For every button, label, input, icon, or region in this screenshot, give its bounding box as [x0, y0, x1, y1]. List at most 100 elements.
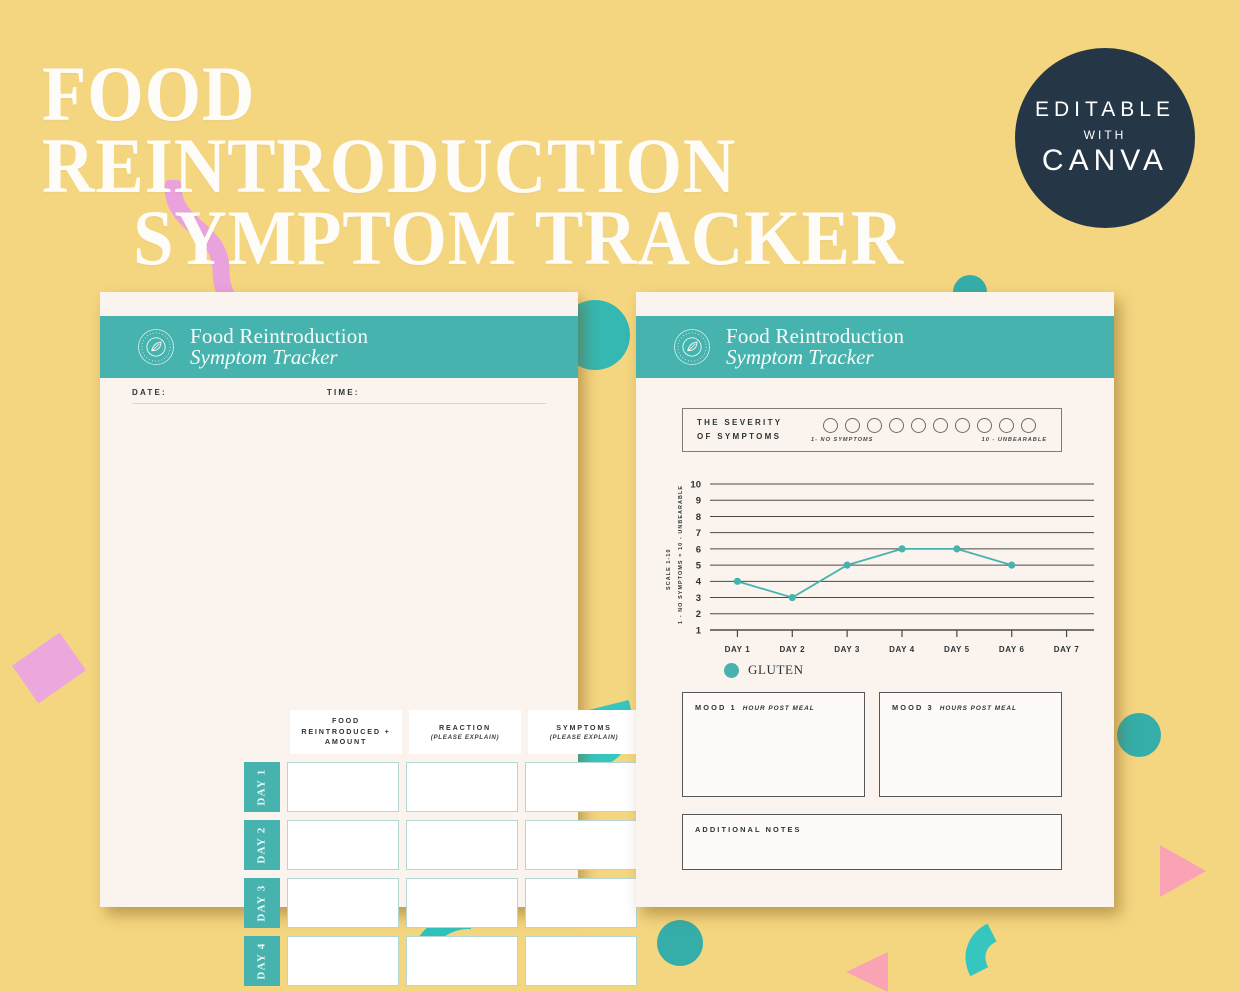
- tracker-page-right: Food Reintroduction Symptom Tracker THE …: [636, 292, 1114, 907]
- symptom-line-chart: SCALE 1-10 1 - NO SYMPTOMS = 10 - UNBEAR…: [650, 472, 1100, 672]
- svg-text:9: 9: [696, 496, 701, 507]
- pink-rectangle-decoration: [12, 632, 86, 704]
- poster-title-line2: SYMPTOM TRACKER: [133, 193, 905, 281]
- mood-1-sub: HOUR POST MEAL: [742, 705, 815, 712]
- cell-food-day-2[interactable]: [287, 820, 399, 870]
- severity-max-label: 10 - UNBEARABLE: [981, 436, 1047, 443]
- mood-2-title: MOOD 3: [892, 703, 934, 712]
- day-label-text: DAY 2: [256, 826, 269, 864]
- cell-food-day-3[interactable]: [287, 878, 399, 928]
- pink-triangle-decoration-bottom: [846, 952, 888, 992]
- date-label: DATE:: [132, 388, 167, 397]
- leaf-badge-icon: [138, 329, 174, 365]
- cell-food-day-4[interactable]: [287, 936, 399, 986]
- poster-canvas: FOOD REINTRODUCTION SYMPTOM TRACKER EDIT…: [0, 0, 1240, 992]
- svg-text:DAY 3: DAY 3: [834, 645, 860, 654]
- leaf-badge-icon: [674, 329, 710, 365]
- svg-text:10: 10: [690, 479, 701, 490]
- mood-2-sub: HOURS POST MEAL: [939, 705, 1017, 712]
- sheet-header-band-right: Food Reintroduction Symptom Tracker: [636, 316, 1114, 378]
- legend-label-gluten: GLUTEN: [748, 662, 804, 677]
- badge-line-canva: CANVA: [1041, 144, 1169, 177]
- column-header-symptoms: SYMPTOMS (PLEASE EXPLAIN): [528, 710, 640, 754]
- svg-text:DAY 4: DAY 4: [889, 645, 915, 654]
- svg-text:5: 5: [696, 561, 702, 572]
- date-time-row: DATE: TIME:: [132, 388, 546, 404]
- svg-text:8: 8: [696, 512, 701, 523]
- severity-circle-8[interactable]: [976, 417, 992, 433]
- svg-text:DAY 1: DAY 1: [725, 645, 751, 654]
- severity-circle-3[interactable]: [866, 417, 882, 433]
- teal-circle-decoration-right: [1117, 713, 1161, 757]
- table-column-headers: FOOD REINTRODUCED + AMOUNT REACTION (PLE…: [290, 710, 640, 754]
- severity-circle-1[interactable]: [822, 417, 838, 433]
- column-header-food: FOOD REINTRODUCED + AMOUNT: [290, 710, 402, 754]
- svg-text:4: 4: [696, 577, 702, 588]
- pink-triangle-decoration-right: [1160, 845, 1206, 897]
- severity-label: THE SEVERITY OF SYMPTOMS: [697, 418, 783, 441]
- cell-reaction-day-1[interactable]: [406, 762, 518, 812]
- teal-arc-decoration-bottom-right: [954, 908, 1066, 992]
- cell-symptoms-day-1[interactable]: [525, 762, 637, 812]
- day-label-text: DAY 4: [256, 942, 269, 980]
- chart-legend: GLUTEN: [724, 662, 804, 678]
- legend-swatch-gluten: [724, 662, 739, 678]
- table-row: DAY 4: [244, 936, 637, 986]
- severity-circle-2[interactable]: [844, 417, 860, 433]
- cell-food-day-1[interactable]: [287, 762, 399, 812]
- badge-line-editable: EDITABLE: [1035, 98, 1175, 121]
- severity-circles[interactable]: [822, 417, 1036, 433]
- time-label: TIME:: [326, 388, 360, 397]
- cell-reaction-day-2[interactable]: [406, 820, 518, 870]
- day-label-3: DAY 3: [244, 878, 280, 928]
- mood-boxes: MOOD 1 HOUR POST MEAL MOOD 3 HOURS POST ME…: [682, 692, 1062, 797]
- svg-text:DAY 6: DAY 6: [999, 645, 1025, 654]
- svg-text:DAY 7: DAY 7: [1054, 645, 1080, 654]
- cell-reaction-day-3[interactable]: [406, 878, 518, 928]
- column-header-reaction: REACTION (PLEASE EXPLAIN): [409, 710, 521, 754]
- severity-circle-7[interactable]: [954, 417, 970, 433]
- severity-circle-4[interactable]: [888, 417, 904, 433]
- cell-reaction-day-4[interactable]: [406, 936, 518, 986]
- teal-circle-decoration-bottom: [657, 920, 703, 966]
- day-label-4: DAY 4: [244, 936, 280, 986]
- sheet-title-roman: Food Reintroduction: [190, 323, 369, 348]
- svg-text:DAY 5: DAY 5: [944, 645, 970, 654]
- mood-box-3-hours[interactable]: MOOD 3 HOURS POST MEAL: [879, 692, 1062, 797]
- cell-symptoms-day-2[interactable]: [525, 820, 637, 870]
- poster-title-line1: FOOD REINTRODUCTION: [42, 50, 737, 209]
- sheet-title-roman: Food Reintroduction: [726, 323, 905, 348]
- mood-1-title: MOOD 1: [695, 703, 737, 712]
- severity-circle-10[interactable]: [1020, 417, 1036, 433]
- severity-scale-panel: THE SEVERITY OF SYMPTOMS 1- NO SYMPTOMS …: [682, 408, 1062, 452]
- day-label-text: DAY 3: [256, 884, 269, 922]
- tracker-page-left: Food Reintroduction Symptom Tracker DATE…: [100, 292, 640, 986]
- svg-text:2: 2: [696, 609, 701, 620]
- svg-text:6: 6: [696, 544, 701, 555]
- svg-text:7: 7: [696, 528, 701, 539]
- severity-circle-6[interactable]: [932, 417, 948, 433]
- editable-with-canva-badge: EDITABLE WITH CANVA: [1015, 48, 1195, 228]
- poster-title: FOOD REINTRODUCTION SYMPTOM TRACKER: [42, 55, 953, 281]
- severity-circle-9[interactable]: [998, 417, 1014, 433]
- severity-min-label: 1- NO SYMPTOMS: [811, 436, 874, 443]
- cell-symptoms-day-3[interactable]: [525, 878, 637, 928]
- table-row: DAY 3: [244, 878, 637, 928]
- sheet-header-band-left: Food Reintroduction Symptom Tracker: [100, 316, 578, 378]
- table-row: DAY 2: [244, 820, 637, 870]
- additional-notes-label: ADDITIONAL NOTES: [695, 825, 802, 834]
- sheet-title-italic: Symptom Tracker: [726, 345, 874, 369]
- additional-notes-box[interactable]: ADDITIONAL NOTES: [682, 814, 1062, 870]
- svg-text:DAY 2: DAY 2: [779, 645, 805, 654]
- badge-line-with: WITH: [1083, 128, 1127, 142]
- svg-text:1: 1: [696, 625, 702, 636]
- mood-box-1-hour[interactable]: MOOD 1 HOUR POST MEAL: [682, 692, 865, 797]
- chart-plot-area: 1 2 3 4 5 6 7 8 9 10 DAY 1 DAY 2 DAY 3 DAY 4 DAY 5 DAY …: [690, 479, 1094, 654]
- day-label-text: DAY 1: [256, 768, 269, 806]
- day-label-1: DAY 1: [244, 762, 280, 812]
- severity-circle-5[interactable]: [910, 417, 926, 433]
- svg-text:3: 3: [696, 593, 701, 604]
- table-row: DAY 1: [244, 762, 637, 812]
- sheet-title-italic: Symptom Tracker: [190, 345, 338, 369]
- cell-symptoms-day-4[interactable]: [525, 936, 637, 986]
